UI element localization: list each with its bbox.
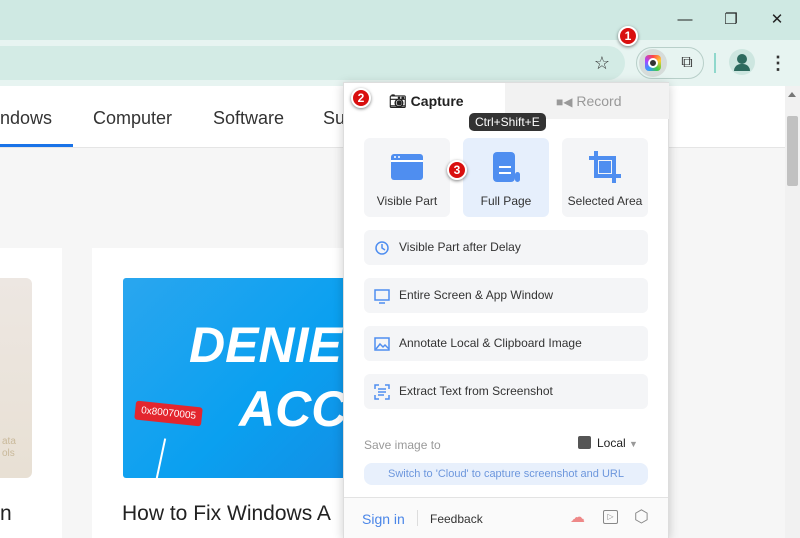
profile-avatar[interactable] [729, 49, 755, 75]
screenshot-extension-icon [645, 55, 661, 71]
annotate-image-button[interactable]: Annotate Local & Clipboard Image [364, 326, 648, 361]
article-card-left[interactable]: ata ols n [0, 248, 62, 538]
article-card[interactable]: DENIE ACC 0x80070005 How to Fix Windows … [92, 248, 345, 538]
crop-icon [589, 151, 621, 183]
close-button[interactable]: ✕ [762, 8, 792, 32]
nav-item-su[interactable]: Su [323, 108, 345, 129]
page-scrollbar[interactable] [785, 86, 800, 538]
menu-kebab-icon[interactable]: ⋮ [764, 49, 792, 77]
nav-item-software[interactable]: Software [213, 108, 284, 129]
feedback-link[interactable]: Feedback [430, 512, 483, 526]
divider [417, 510, 418, 526]
browser-toolbar: ☆ ⧉ ⋮ [0, 40, 800, 86]
video-folder-icon[interactable]: ▷ [603, 510, 618, 524]
active-nav-underline [0, 144, 73, 147]
title-bar: — ❐ ✕ [0, 0, 800, 40]
settings-hexagon-icon[interactable]: ⬡ [634, 507, 649, 527]
article-title[interactable]: How to Fix Windows A [122, 502, 331, 526]
extract-text-button[interactable]: Extract Text from Screenshot [364, 374, 648, 409]
save-target-dropdown[interactable]: Local ▼ [578, 436, 638, 450]
video-camera-icon: ■◀ [556, 95, 573, 109]
thumb-text: ACC [239, 381, 345, 437]
scrollbar-thumb[interactable] [787, 116, 798, 186]
image-icon [374, 337, 390, 351]
shortcut-tooltip: Ctrl+Shift+E [469, 113, 546, 131]
cloud-hint[interactable]: Switch to 'Cloud' to capture screenshot … [364, 463, 648, 485]
visible-part-button[interactable]: Visible Part [364, 138, 450, 217]
entire-screen-button[interactable]: Entire Screen & App Window [364, 278, 648, 313]
step-badge-2: 2 [351, 88, 371, 108]
thumb-text: DENIE [189, 317, 342, 373]
timer-icon [375, 241, 389, 255]
article-thumbnail: ata ols [0, 278, 32, 478]
monitor-icon [374, 289, 390, 304]
address-bar[interactable] [0, 46, 625, 80]
camera-icon: 📷︎ [389, 93, 407, 109]
nav-item-computer[interactable]: Computer [93, 108, 172, 129]
tab-label: Capture [410, 93, 464, 109]
text-scan-icon [374, 384, 390, 400]
full-page-button[interactable]: Full Page [463, 138, 549, 217]
divider [714, 53, 716, 73]
step-badge-1: 1 [618, 26, 638, 46]
thumb-text: ata [2, 436, 16, 447]
browser-window-icon [391, 154, 423, 180]
row-label: Annotate Local & Clipboard Image [399, 336, 582, 350]
bookmark-star-icon[interactable]: ☆ [588, 49, 616, 77]
row-label: Extract Text from Screenshot [399, 384, 553, 398]
tab-capture[interactable]: 📷︎ Capture [389, 83, 464, 119]
button-label: Visible Part [376, 194, 438, 208]
delay-capture-button[interactable]: Visible Part after Delay [364, 230, 648, 265]
extensions-pill: ⧉ [636, 47, 704, 79]
cloud-upload-alert-icon[interactable]: ☁ [570, 508, 585, 526]
row-label: Visible Part after Delay [399, 240, 521, 254]
step-badge-3: 3 [447, 160, 467, 180]
tab-label: Record [576, 93, 622, 109]
capture-popup: 📷︎ Capture ■◀ Record Visible Part Full P… [343, 82, 669, 538]
button-label: Selected Area [567, 194, 643, 208]
article-title[interactable]: n [0, 502, 12, 526]
nav-item-windows[interactable]: ndows [0, 108, 52, 129]
thumb-text: ols [2, 448, 15, 459]
tab-record[interactable]: ■◀ Record [556, 83, 622, 119]
puzzle-extensions-icon[interactable]: ⧉ [673, 49, 701, 77]
popup-footer: Sign in Feedback ☁ ▷ ⬡ [344, 497, 668, 538]
floppy-disk-icon [578, 436, 591, 449]
row-label: Entire Screen & App Window [399, 288, 554, 302]
caret-down-icon: ▼ [629, 439, 638, 449]
minimize-button[interactable]: — [670, 8, 700, 32]
error-code-tag: 0x80070005 [134, 400, 203, 427]
scroll-page-icon [493, 152, 520, 182]
article-thumbnail: DENIE ACC 0x80070005 [123, 278, 345, 478]
screenshot-extension-button[interactable] [639, 49, 667, 77]
selected-area-button[interactable]: Selected Area [562, 138, 648, 217]
save-image-label: Save image to [364, 438, 441, 452]
restore-button[interactable]: ❐ [716, 8, 746, 32]
save-target-value: Local [597, 436, 626, 450]
button-label: Full Page [480, 194, 532, 208]
sign-in-link[interactable]: Sign in [362, 511, 405, 527]
